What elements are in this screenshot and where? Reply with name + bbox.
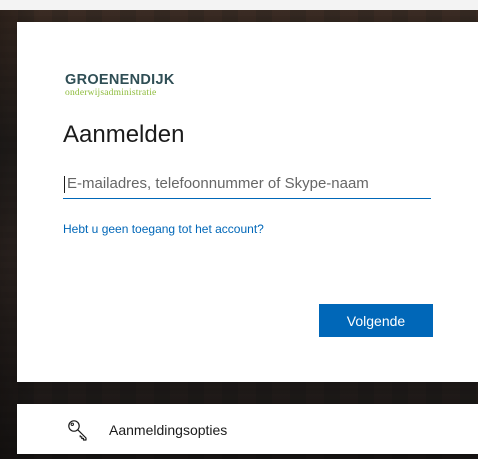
no-access-link[interactable]: Hebt u geen toegang tot het account? [63,222,264,236]
key-icon [68,420,87,441]
signin-options-label: Aanmeldingsopties [109,422,228,438]
logo-tagline: onderwijsadministratie [65,88,157,98]
company-logo: GROENENDIJK onderwijsadministratie [65,72,175,98]
email-field[interactable] [63,169,431,199]
logo-name: GROENENDIJK [65,72,175,88]
signin-options-button[interactable]: Aanmeldingsopties [17,404,478,454]
page-title: Aanmelden [63,121,185,148]
signin-card: GROENENDIJK onderwijsadministratie Aanme… [17,22,478,382]
next-button[interactable]: Volgende [319,304,433,337]
text-caret [64,176,65,193]
